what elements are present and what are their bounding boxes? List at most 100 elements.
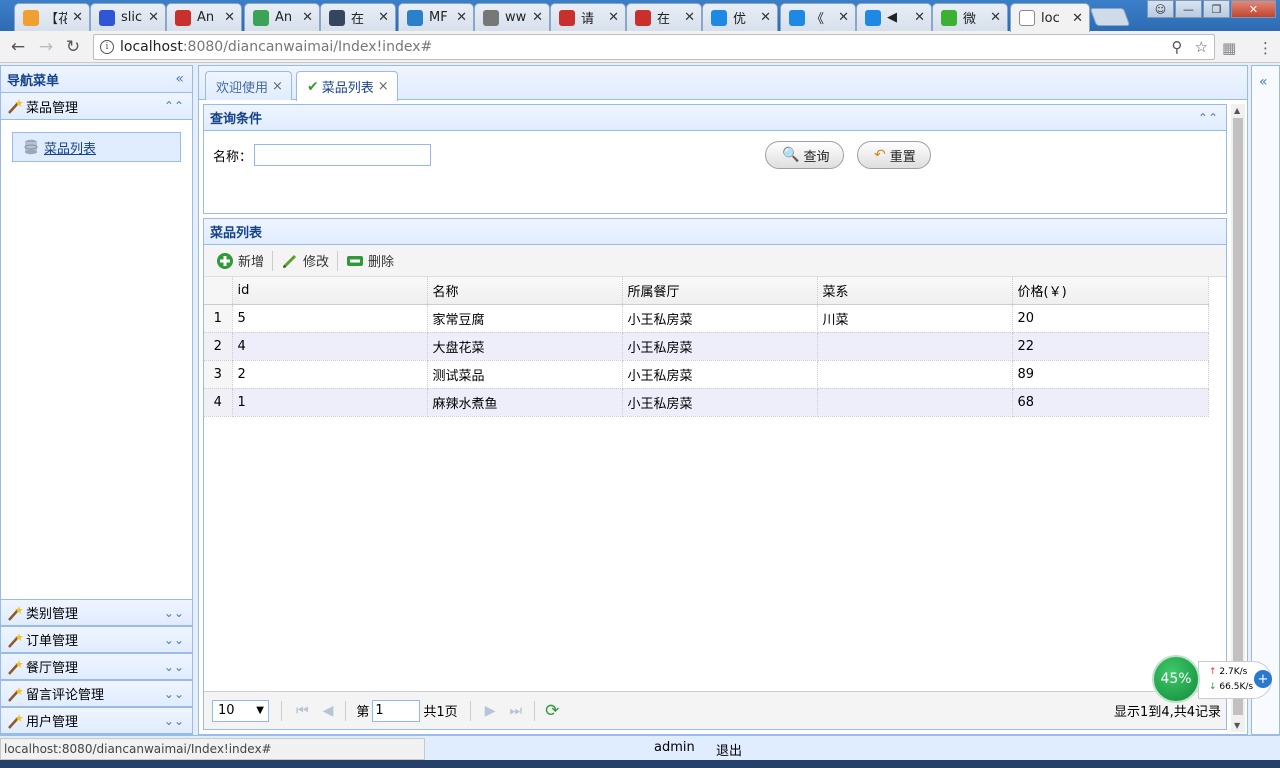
logout-link[interactable]: 退出 bbox=[716, 740, 742, 759]
url-field[interactable]: i localhost:8080/diancanwaimai/Index!ind… bbox=[93, 34, 1215, 60]
name-filter-input[interactable] bbox=[254, 144, 432, 166]
tab-close-icon[interactable]: ✕ bbox=[990, 10, 1001, 25]
chevron-down-icon[interactable]: ⌄⌄ bbox=[164, 633, 184, 647]
browser-tab[interactable]: 在 ✕ bbox=[626, 3, 702, 31]
tab-close-icon[interactable]: ✕ bbox=[302, 10, 313, 25]
chevron-down-icon[interactable]: ⌄⌄ bbox=[164, 714, 184, 728]
zoom-icon[interactable]: ⚲ bbox=[1172, 38, 1183, 56]
tab-close-icon[interactable]: ✕ bbox=[224, 10, 235, 25]
browser-tab[interactable]: 优 ✕ bbox=[702, 3, 778, 31]
tab-close-icon[interactable]: ✕ bbox=[532, 10, 543, 25]
chevron-up-icon[interactable]: ⌃⌃ bbox=[164, 99, 184, 113]
close-window-button[interactable]: ✕ bbox=[1231, 0, 1276, 18]
memory-usage-ball[interactable]: 45% bbox=[1152, 655, 1200, 703]
browser-tab[interactable]: slic ✕ bbox=[90, 3, 166, 31]
column-header-cuisine[interactable]: 菜系 bbox=[817, 277, 1013, 305]
tab-close-icon[interactable]: ✕ bbox=[456, 10, 467, 25]
browser-tab[interactable]: 【花 ✕ bbox=[14, 3, 90, 31]
browser-tab[interactable]: An ✕ bbox=[244, 3, 320, 31]
maximize-button[interactable]: ❐ bbox=[1203, 0, 1230, 18]
bookmark-star-icon[interactable]: ☆ bbox=[1195, 38, 1208, 56]
tab-close-icon[interactable]: ✕ bbox=[148, 10, 159, 25]
scroll-thumb[interactable] bbox=[1233, 118, 1243, 715]
menu-item-dish-list[interactable]: 菜品列表 bbox=[12, 132, 181, 162]
tab-close-icon[interactable]: ✕ bbox=[760, 10, 771, 25]
chevron-down-icon[interactable]: ⌄⌄ bbox=[164, 687, 184, 701]
accordion-header[interactable]: 留言评论管理 ⌄⌄ bbox=[1, 680, 192, 707]
back-button[interactable]: ← bbox=[8, 37, 28, 57]
new-tab-button[interactable] bbox=[1089, 8, 1131, 26]
tab-close-icon[interactable]: ✕ bbox=[838, 10, 849, 25]
nav-panel-header: 导航菜单 « bbox=[1, 66, 192, 93]
column-header-id[interactable]: id bbox=[232, 277, 428, 305]
browser-tab[interactable]: 在 ✕ bbox=[320, 3, 396, 31]
accordion-header-active[interactable]: 菜品管理 ⌃⌃ bbox=[1, 93, 192, 120]
chevron-down-icon[interactable]: ⌄⌄ bbox=[164, 660, 184, 674]
scroll-down-icon[interactable]: ▼ bbox=[1234, 721, 1240, 730]
browser-tab[interactable]: An ✕ bbox=[166, 3, 242, 31]
minimize-button[interactable]: — bbox=[1175, 0, 1202, 18]
column-header-price[interactable]: 价格(￥) bbox=[1012, 277, 1209, 305]
scroll-up-icon[interactable]: ▲ bbox=[1234, 106, 1240, 115]
info-icon[interactable]: i bbox=[100, 40, 114, 54]
browser-tab[interactable]: ww ✕ bbox=[474, 3, 550, 31]
browser-tab[interactable]: ◀ ✕ bbox=[856, 3, 932, 31]
first-page-icon[interactable]: ⏮ bbox=[296, 703, 309, 719]
collapse-left-icon[interactable]: « bbox=[175, 71, 184, 87]
tab-close-icon[interactable]: ✕ bbox=[914, 10, 925, 25]
table-row[interactable]: 2 4 大盘花菜 小王私房菜 22 bbox=[204, 332, 1209, 361]
page-number-input[interactable]: 1 bbox=[372, 699, 421, 722]
browser-tab[interactable]: MF ✕ bbox=[398, 3, 474, 31]
table-row[interactable]: 3 2 测试菜品 小王私房菜 89 bbox=[204, 360, 1209, 389]
tab-close-icon[interactable]: ✕ bbox=[684, 10, 695, 25]
chevron-up-icon[interactable]: ⌃⌃ bbox=[1198, 111, 1218, 125]
content-scrollbar[interactable]: ▲ ▼ bbox=[1231, 104, 1245, 732]
edit-button[interactable]: 修改 bbox=[275, 248, 335, 274]
refresh-icon[interactable]: ⟳ bbox=[545, 701, 559, 721]
dish-list-panel: 菜品列表 新增 修改 删除 id 名称 所属餐厅 菜系 价格(￥) 1 5 家常… bbox=[203, 218, 1227, 730]
tab-close-icon[interactable]: × bbox=[378, 79, 389, 94]
accordion-header[interactable]: 餐厅管理 ⌄⌄ bbox=[1, 653, 192, 680]
table-row[interactable]: 4 1 麻辣水煮鱼 小王私房菜 68 bbox=[204, 388, 1209, 417]
main-tabs-panel: 欢迎使用 × ✔ 菜品列表 × 查询条件 ⌃⌃ 名称： 🔍 查询 ↶ 重置 菜品… bbox=[198, 65, 1248, 735]
last-page-icon[interactable]: ⏭ bbox=[509, 703, 522, 719]
accordion-header[interactable]: 类别管理 ⌄⌄ bbox=[1, 599, 192, 626]
tab-dish-list[interactable]: ✔ 菜品列表 × bbox=[296, 71, 398, 101]
user-profile-button[interactable]: ☺ bbox=[1147, 0, 1174, 18]
tab-close-icon[interactable]: ✕ bbox=[378, 10, 389, 25]
column-header-name[interactable]: 名称 bbox=[427, 277, 623, 305]
reset-button[interactable]: ↶ 重置 bbox=[857, 141, 931, 169]
network-speed-widget[interactable]: ↑ 2.7K/s ↓ 66.5K/s 45% + bbox=[1152, 655, 1276, 705]
browser-tab-label: 在 bbox=[351, 12, 365, 27]
tab-close-icon[interactable]: × bbox=[272, 79, 283, 94]
csdn-c-icon bbox=[559, 9, 575, 26]
search-button-label: 查询 bbox=[803, 149, 830, 165]
accordion-header[interactable]: 用户管理 ⌄⌄ bbox=[1, 707, 192, 734]
reload-button[interactable]: ↻ bbox=[63, 37, 83, 57]
accordion-header[interactable]: 订单管理 ⌄⌄ bbox=[1, 626, 192, 653]
delete-button[interactable]: 删除 bbox=[340, 248, 400, 274]
dish-list-title: 菜品列表 bbox=[210, 226, 263, 241]
plus-icon[interactable]: + bbox=[1254, 670, 1272, 688]
page-size-select[interactable]: 10 ▼ bbox=[212, 699, 269, 722]
expand-right-panel-icon[interactable]: « bbox=[1259, 74, 1268, 90]
address-bar-row: ← → ↻ i localhost:8080/diancanwaimai/Ind… bbox=[0, 31, 1280, 63]
tab-close-icon[interactable]: ✕ bbox=[72, 10, 83, 25]
browser-tab[interactable]: 请 ✕ bbox=[550, 3, 626, 31]
forward-button[interactable]: → bbox=[36, 37, 56, 57]
pdf-extension-icon[interactable]: ▦ bbox=[1222, 39, 1236, 57]
browser-tab[interactable]: loc ✕ bbox=[1010, 3, 1090, 32]
menu-icon[interactable]: ⋮ bbox=[1258, 39, 1273, 57]
chevron-down-icon[interactable]: ⌄⌄ bbox=[164, 606, 184, 620]
prev-page-icon[interactable]: ◀ bbox=[323, 703, 334, 719]
search-button[interactable]: 🔍 查询 bbox=[765, 141, 845, 169]
add-button[interactable]: 新增 bbox=[210, 248, 270, 274]
tab-close-icon[interactable]: ✕ bbox=[608, 10, 619, 25]
table-row[interactable]: 1 5 家常豆腐 小王私房菜 川菜 20 bbox=[204, 304, 1209, 333]
column-header-restaurant[interactable]: 所属餐厅 bbox=[622, 277, 818, 305]
next-page-icon[interactable]: ▶ bbox=[485, 703, 496, 719]
browser-tab[interactable]: 微 ✕ bbox=[932, 3, 1008, 31]
tab-close-icon[interactable]: ✕ bbox=[1072, 11, 1083, 26]
tab-welcome[interactable]: 欢迎使用 × bbox=[205, 71, 292, 100]
browser-tab[interactable]: 《 ✕ bbox=[780, 3, 856, 31]
